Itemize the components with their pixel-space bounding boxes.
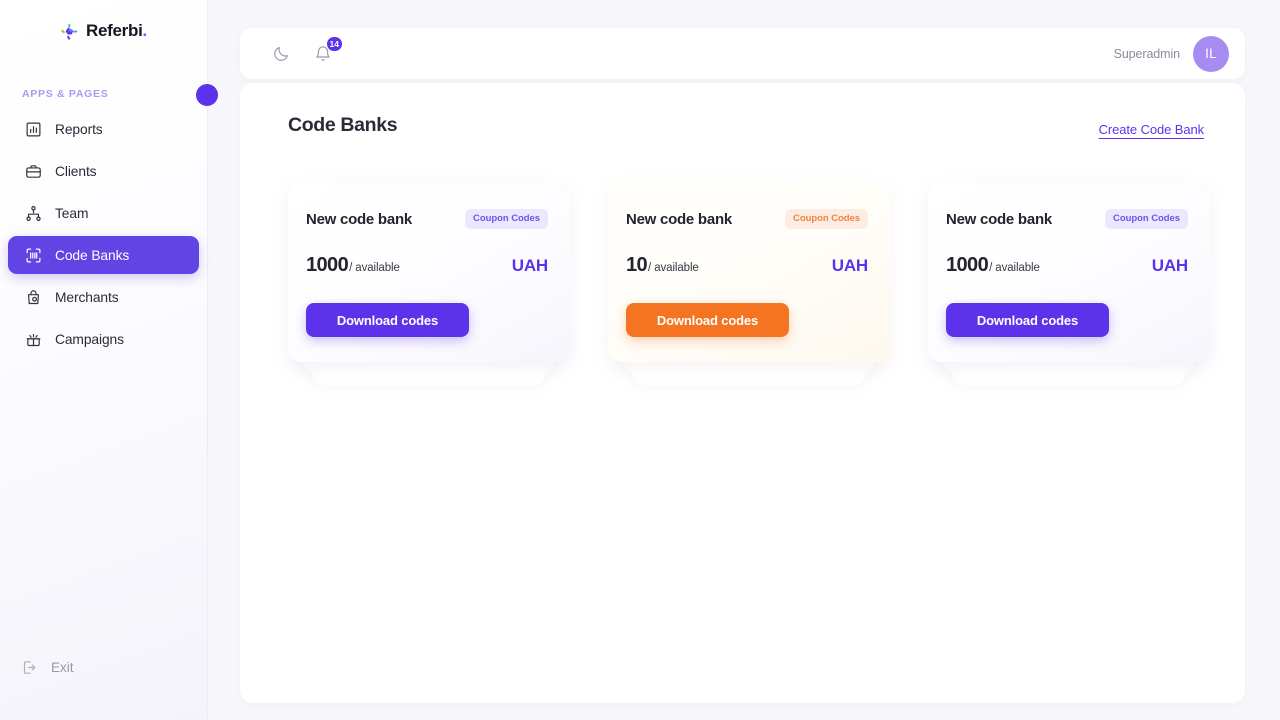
available-label: / available <box>648 262 699 274</box>
user-name-label: Superadmin <box>1113 46 1181 61</box>
sidebar-item-code-banks[interactable]: Code Banks <box>8 236 199 274</box>
top-bar: 14 Superadmin IL <box>240 28 1245 79</box>
sidebar-item-clients[interactable]: Clients <box>8 152 199 190</box>
sidebar-nav: Reports Clients Team Code Banks Merchant… <box>0 110 207 358</box>
avatar[interactable]: IL <box>1193 35 1229 72</box>
notifications-button[interactable]: 14 <box>310 35 343 67</box>
panel-header: Code Banks Create Code Bank <box>240 83 1245 137</box>
currency-label: UAH <box>1151 256 1188 275</box>
currency-label: UAH <box>511 256 548 275</box>
shopping-bag-icon <box>25 289 42 306</box>
sidebar-item-team[interactable]: Team <box>8 194 199 232</box>
card-metrics: 10 / available UAH <box>626 254 868 277</box>
sidebar-item-label: Campaigns <box>55 331 124 347</box>
download-codes-button[interactable]: Download codes <box>626 303 789 337</box>
theme-toggle-button[interactable] <box>268 41 294 67</box>
top-bar-left-actions: 14 <box>268 35 343 67</box>
sidebar-item-label: Clients <box>55 163 97 179</box>
card-header: New code bank Coupon Codes <box>626 209 868 229</box>
available-count: 1000 <box>306 254 349 276</box>
card-stack: New code bank Coupon Codes 1000 / availa… <box>288 183 570 385</box>
brand-name: Referbi. <box>86 21 148 40</box>
card-header: New code bank Coupon Codes <box>946 209 1188 229</box>
status-badge: Coupon Codes <box>465 209 548 229</box>
code-bank-card[interactable]: New code bank Coupon Codes 1000 / availa… <box>928 183 1210 362</box>
card-title: New code bank <box>946 210 1052 228</box>
card-title: New code bank <box>626 210 732 228</box>
sidebar-item-label: Merchants <box>55 289 119 305</box>
create-code-bank-link[interactable]: Create Code Bank <box>1099 122 1204 137</box>
card-stack: New code bank Coupon Codes 10 / availabl… <box>608 183 890 385</box>
card-metrics: 1000 / available UAH <box>946 254 1188 277</box>
sidebar-item-campaigns[interactable]: Campaigns <box>8 320 199 358</box>
sidebar-section-label: APPS & PAGES <box>22 88 109 100</box>
card-title: New code bank <box>306 210 412 228</box>
sidebar-item-merchants[interactable]: Merchants <box>8 278 199 316</box>
app-root: Referbi. APPS & PAGES Reports Clients Te… <box>0 0 1280 720</box>
card-metrics: 1000 / available UAH <box>306 254 548 277</box>
sidebar-item-label: Team <box>55 205 89 221</box>
logout-icon <box>21 659 38 676</box>
status-badge: Coupon Codes <box>1105 209 1188 229</box>
sidebar: Referbi. APPS & PAGES Reports Clients Te… <box>0 0 218 720</box>
brand-logo[interactable]: Referbi. <box>0 0 207 54</box>
barcode-scan-icon <box>25 247 42 264</box>
bar-chart-icon <box>25 121 42 138</box>
gift-burst-icon <box>25 331 42 348</box>
pinwheel-logo-icon <box>61 23 78 40</box>
sidebar-item-reports[interactable]: Reports <box>8 110 199 148</box>
currency-label: UAH <box>831 256 868 275</box>
collapse-sidebar-knob[interactable] <box>196 84 218 106</box>
page-title: Code Banks <box>288 114 398 136</box>
sidebar-item-exit[interactable]: Exit <box>4 650 74 684</box>
top-bar-user-area: Superadmin IL <box>1113 35 1229 72</box>
code-bank-card[interactable]: New code bank Coupon Codes 10 / availabl… <box>608 183 890 362</box>
download-codes-button[interactable]: Download codes <box>946 303 1109 337</box>
code-bank-card-list: New code bank Coupon Codes 1000 / availa… <box>240 137 1245 385</box>
sidebar-item-label: Reports <box>55 121 103 137</box>
sidebar-item-label: Code Banks <box>55 247 130 263</box>
notifications-badge: 14 <box>325 35 343 52</box>
download-codes-button[interactable]: Download codes <box>306 303 469 337</box>
sidebar-item-label: Exit <box>51 659 74 675</box>
card-header: New code bank Coupon Codes <box>306 209 548 229</box>
status-badge: Coupon Codes <box>785 209 868 229</box>
moon-icon <box>274 46 288 61</box>
code-bank-card[interactable]: New code bank Coupon Codes 1000 / availa… <box>288 183 570 362</box>
card-stack: New code bank Coupon Codes 1000 / availa… <box>928 183 1210 385</box>
org-chart-icon <box>25 205 42 222</box>
available-count: 1000 <box>946 254 989 276</box>
available-label: / available <box>989 262 1040 274</box>
briefcase-icon <box>25 163 42 180</box>
available-count: 10 <box>626 254 648 276</box>
available-label: / available <box>349 262 400 274</box>
main-panel: Code Banks Create Code Bank New code ban… <box>240 83 1245 703</box>
brand-dot: . <box>142 21 148 40</box>
